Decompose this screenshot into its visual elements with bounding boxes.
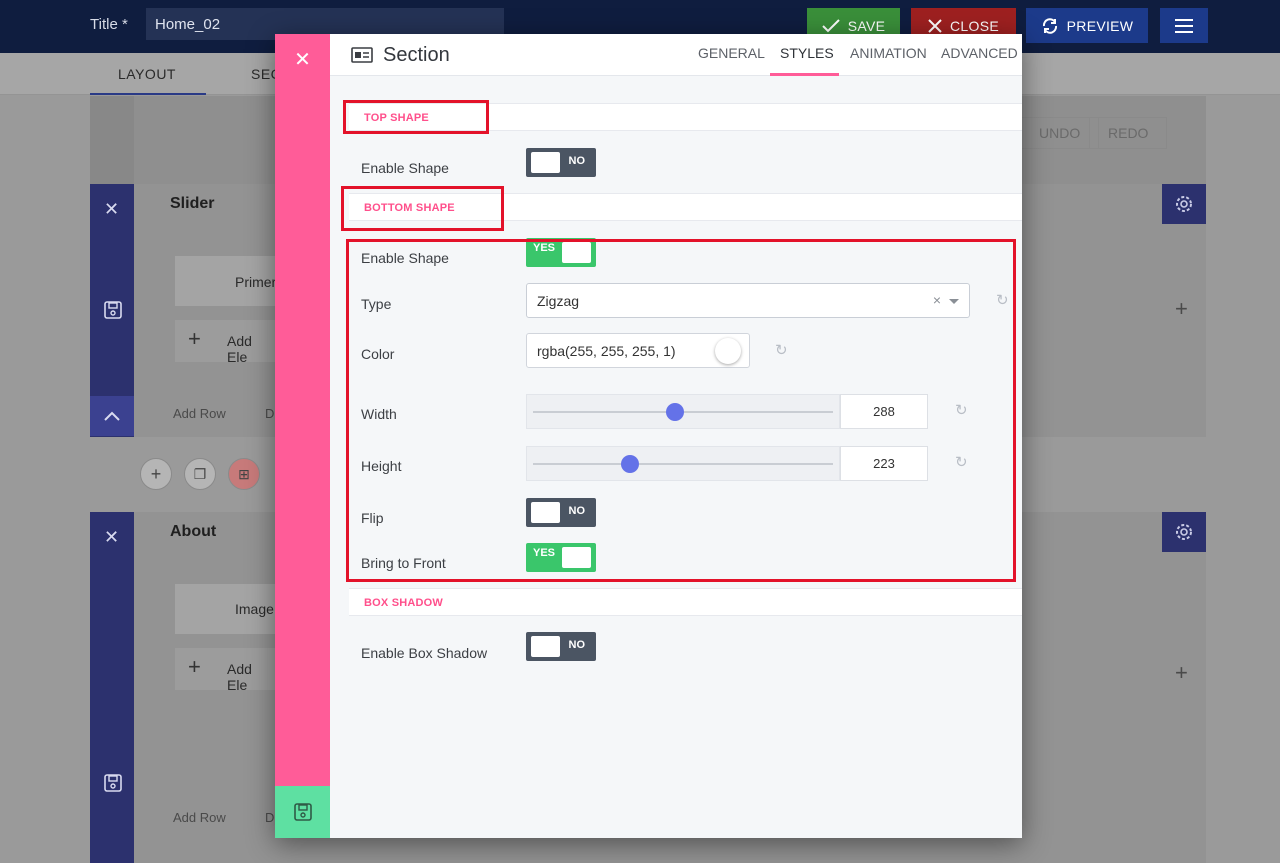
active-tab-indicator bbox=[770, 73, 839, 76]
highlight-bottom-shape bbox=[341, 186, 504, 231]
preview-label: PREVIEW bbox=[1066, 17, 1134, 34]
box-shadow-title: BOX SHADOW bbox=[364, 597, 443, 609]
section-close-icon-2[interactable]: ✕ bbox=[104, 527, 119, 548]
tab-styles[interactable]: STYLES bbox=[780, 45, 834, 61]
modal-save-button[interactable] bbox=[275, 786, 330, 838]
toggle-text: NO bbox=[568, 639, 586, 651]
undo-button[interactable]: UNDO bbox=[1020, 117, 1100, 149]
title-label: Title * bbox=[90, 16, 128, 33]
copy-section-button[interactable]: ❐ bbox=[184, 458, 216, 490]
gear-icon bbox=[1176, 196, 1192, 212]
add-column-icon[interactable]: + bbox=[1175, 296, 1188, 322]
tab-advanced[interactable]: ADVANCED bbox=[941, 45, 1018, 61]
redo-button[interactable]: REDO bbox=[1089, 117, 1168, 149]
chevron-up-icon bbox=[104, 411, 120, 421]
about-section-title: About bbox=[170, 523, 217, 540]
close-icon bbox=[928, 18, 942, 33]
section-save-icon-2[interactable] bbox=[103, 773, 123, 798]
modal-title: Section bbox=[383, 44, 450, 66]
hamburger-icon bbox=[1175, 18, 1193, 33]
section-icon bbox=[351, 47, 373, 63]
collapse-button[interactable] bbox=[90, 396, 134, 436]
add-section-button[interactable]: + bbox=[140, 458, 172, 490]
enable-box-shadow-label: Enable Box Shadow bbox=[361, 645, 488, 661]
enable-box-shadow-toggle[interactable]: NO bbox=[526, 632, 596, 661]
top-enable-shape-label: Enable Shape bbox=[361, 160, 449, 176]
add-column-icon-2[interactable]: + bbox=[1175, 660, 1188, 686]
section-save-icon[interactable] bbox=[103, 300, 123, 325]
preview-button[interactable]: PREVIEW bbox=[1026, 8, 1148, 43]
slider-element[interactable]: Primer bbox=[175, 256, 276, 306]
close-label: CLOSE bbox=[950, 17, 999, 34]
toggle-knob bbox=[531, 152, 560, 173]
about-duplicate[interactable]: D bbox=[265, 810, 274, 825]
highlight-bottom-shape-fields bbox=[346, 239, 1016, 582]
toggle-text: NO bbox=[568, 155, 586, 167]
modal-sidebar: ✕ bbox=[275, 34, 330, 838]
menu-button[interactable] bbox=[1160, 8, 1208, 43]
plus-icon: + bbox=[188, 654, 201, 679]
background-left-gutter bbox=[90, 96, 134, 184]
save-icon bbox=[293, 803, 312, 821]
highlight-top-shape bbox=[343, 100, 489, 134]
tab-general[interactable]: GENERAL bbox=[698, 45, 765, 61]
modal-close-icon[interactable]: ✕ bbox=[275, 44, 330, 74]
top-enable-shape-toggle[interactable]: NO bbox=[526, 148, 596, 177]
refresh-icon bbox=[1042, 17, 1057, 34]
box-shadow-header: BOX SHADOW bbox=[349, 588, 1022, 616]
tab-animation[interactable]: ANIMATION bbox=[850, 45, 927, 61]
slider-add-row[interactable]: Add Row bbox=[173, 406, 226, 421]
toggle-knob bbox=[531, 636, 560, 657]
about-element[interactable]: Image bbox=[175, 584, 275, 634]
plus-icon: + bbox=[188, 326, 201, 351]
check-icon bbox=[822, 18, 840, 32]
slider-settings-button[interactable] bbox=[1162, 184, 1206, 224]
slider-section-title: Slider bbox=[170, 195, 215, 212]
about-add-row[interactable]: Add Row bbox=[173, 810, 226, 825]
save-label: SAVE bbox=[847, 17, 886, 34]
template-section-button[interactable]: ⊞ bbox=[228, 458, 260, 490]
tab-layout[interactable]: LAYOUT bbox=[90, 66, 206, 95]
modal-header: Section GENERAL STYLES ANIMATION ADVANCE… bbox=[330, 34, 1022, 76]
section-close-icon[interactable]: ✕ bbox=[104, 199, 119, 220]
gear-icon bbox=[1176, 524, 1192, 540]
slider-duplicate[interactable]: D bbox=[265, 406, 274, 421]
about-section-sidebar bbox=[90, 512, 134, 863]
about-settings-button[interactable] bbox=[1162, 512, 1206, 552]
